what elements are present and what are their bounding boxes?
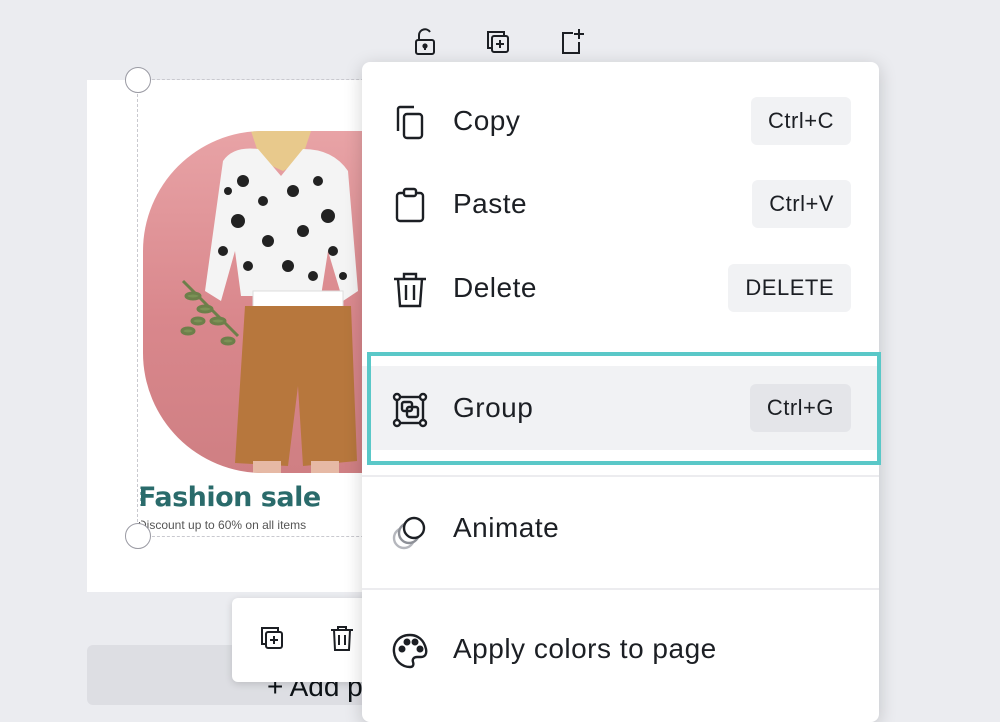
menu-item-apply-colors[interactable]: Apply colors to page	[362, 607, 879, 691]
element-duplicate-button[interactable]	[252, 618, 292, 658]
shortcut-badge: DELETE	[728, 264, 851, 312]
element-toolbar	[232, 598, 382, 682]
menu-item-copy[interactable]: Copy Ctrl+C	[362, 79, 879, 163]
menu-item-label: Copy	[453, 105, 521, 136]
resize-handle-bottom-left[interactable]	[125, 523, 151, 549]
add-page-button[interactable]	[551, 22, 591, 62]
animate-icon	[388, 508, 432, 552]
lock-button[interactable]	[405, 22, 445, 62]
menu-divider	[362, 475, 879, 477]
menu-divider	[362, 588, 879, 590]
menu-item-label: Animate	[453, 512, 560, 543]
menu-item-label: Delete	[453, 272, 537, 303]
menu-item-animate[interactable]: Animate	[362, 486, 879, 570]
menu-item-label: Apply colors to page	[453, 633, 717, 664]
paste-icon	[388, 184, 432, 228]
palette-icon	[388, 629, 432, 673]
resize-handle-top-left[interactable]	[125, 67, 151, 93]
menu-item-paste[interactable]: Paste Ctrl+V	[362, 162, 879, 246]
trash-icon	[388, 268, 432, 312]
duplicate-icon	[487, 31, 509, 53]
menu-item-delete[interactable]: Delete DELETE	[362, 246, 879, 330]
shortcut-badge: Ctrl+C	[751, 97, 851, 145]
duplicate-icon	[261, 627, 283, 649]
menu-item-label: Paste	[453, 188, 528, 219]
group-highlight-frame	[367, 352, 881, 465]
copy-icon	[388, 101, 432, 145]
add-page-icon	[562, 29, 584, 54]
trash-icon	[331, 626, 353, 651]
element-delete-button[interactable]	[322, 618, 362, 658]
duplicate-button[interactable]	[478, 22, 518, 62]
shortcut-badge: Ctrl+V	[752, 180, 851, 228]
lock-icon	[415, 28, 435, 55]
selection-box	[137, 79, 399, 537]
